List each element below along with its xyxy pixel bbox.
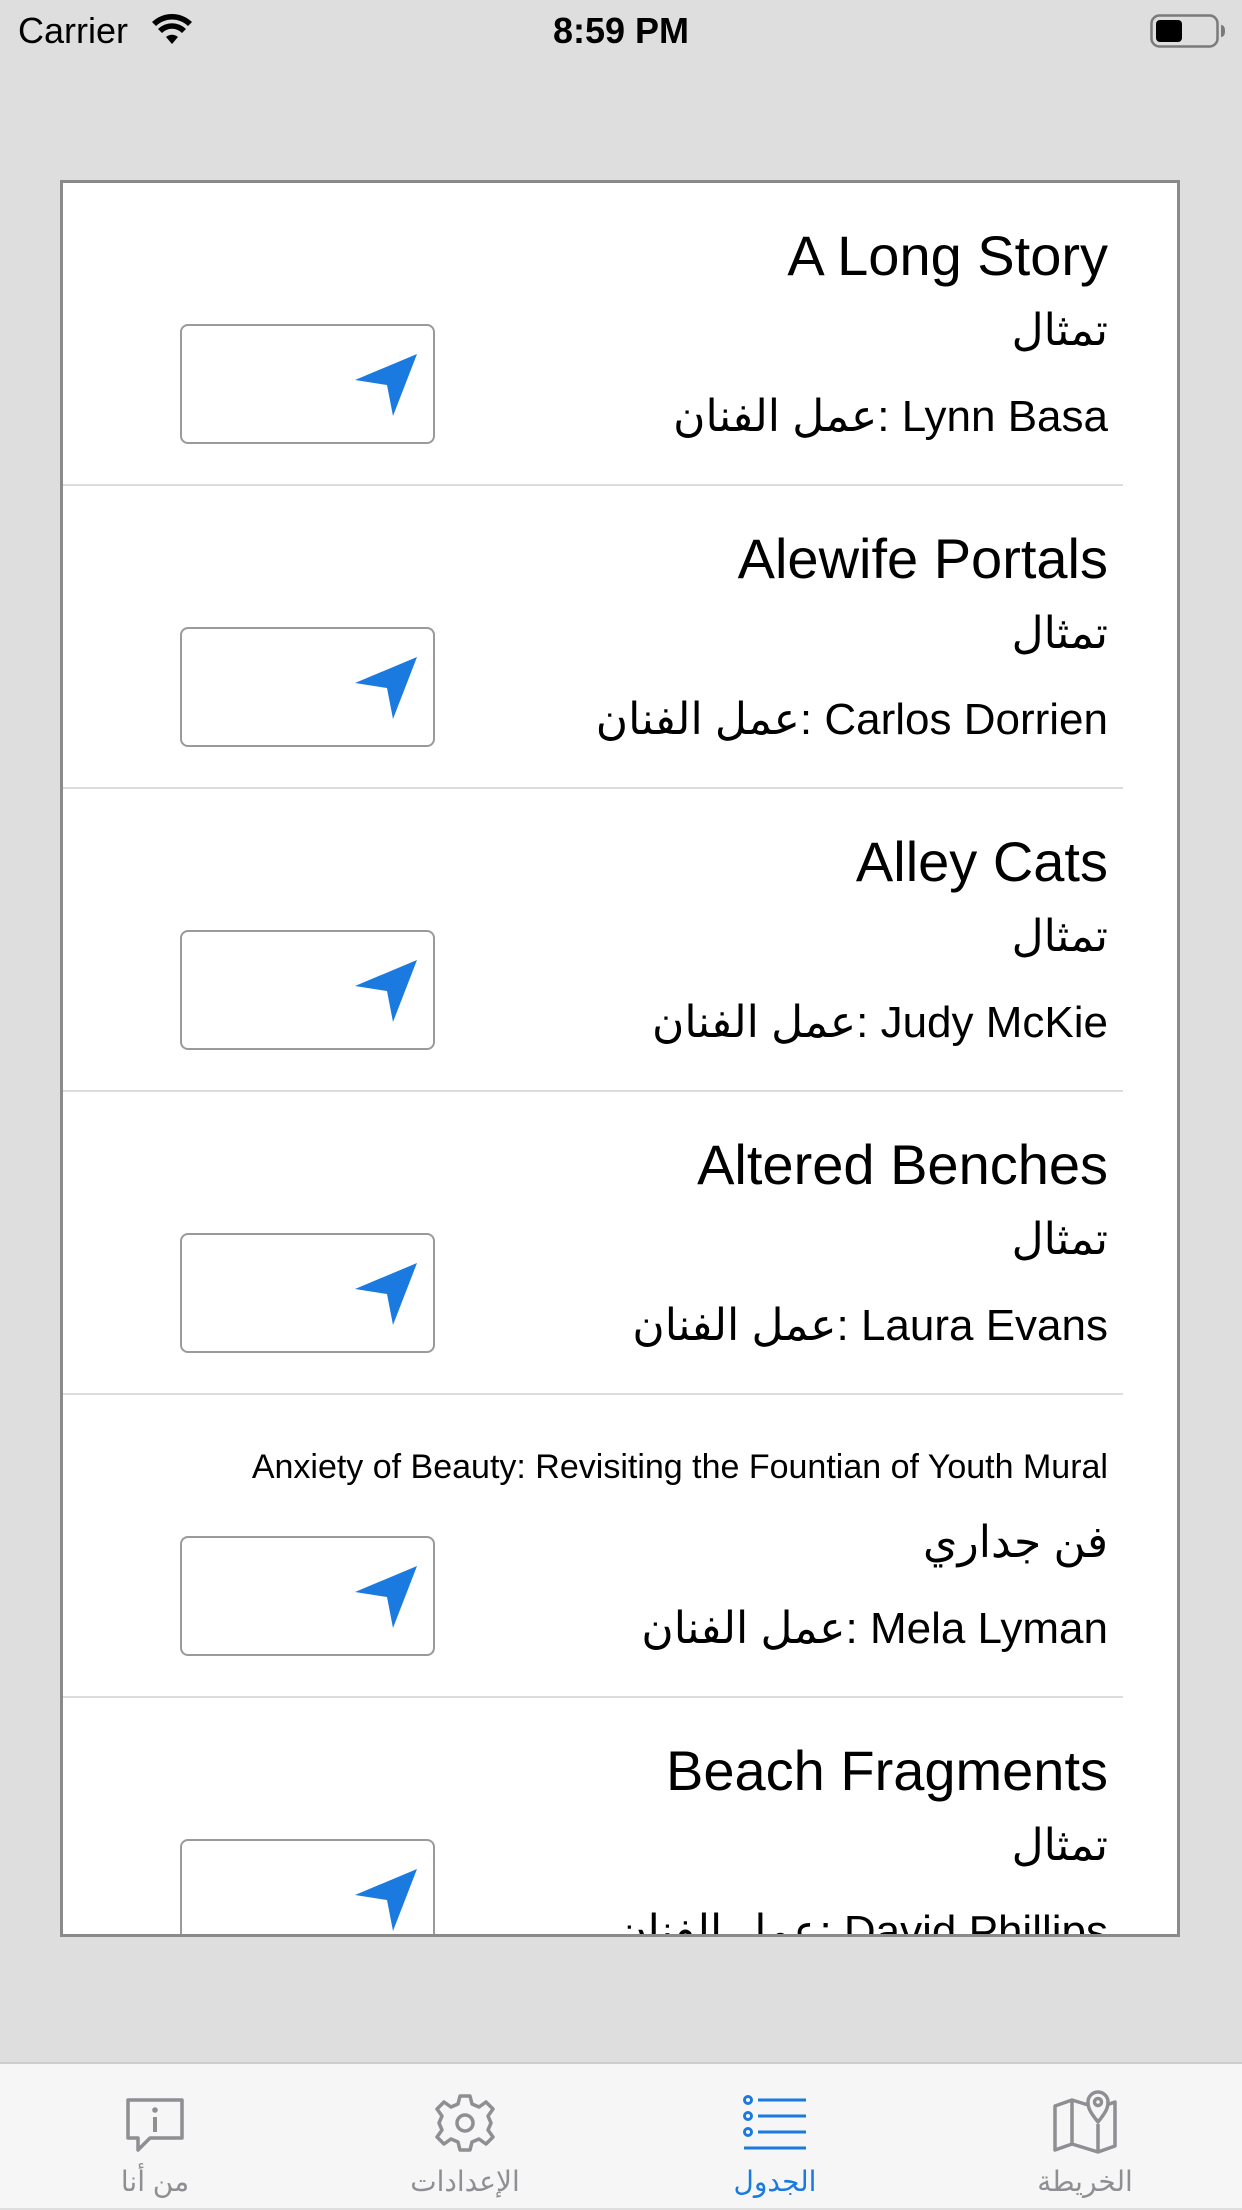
navigate-button[interactable] [180, 1233, 435, 1353]
artwork-artist: عمل الفنان: Judy McKie [652, 998, 1108, 1047]
tab-label: الإعدادات [410, 2166, 520, 2197]
artwork-title: Alewife Portals [737, 527, 1108, 590]
artwork-title: Alley Cats [855, 830, 1108, 893]
artwork-title: Anxiety of Beauty: Revisiting the Founti… [251, 1448, 1108, 1486]
clock: 8:59 PM [552, 10, 690, 51]
location-arrow-icon [355, 1869, 417, 1931]
artwork-type: تمثال [1011, 1215, 1108, 1264]
navigate-button[interactable] [180, 627, 435, 747]
location-arrow-icon [355, 1263, 417, 1325]
list-icon [743, 2095, 806, 2150]
location-arrow-icon [355, 354, 417, 416]
artwork-type: فن جداري [923, 1518, 1108, 1567]
artwork-table[interactable]: A Long Story تمثال عمل الفنان: Lynn Basa… [60, 180, 1180, 1937]
table-row[interactable]: Beach Fragments تمثال عمل الفنان: David … [63, 1698, 1123, 1937]
location-arrow-icon [355, 1566, 417, 1628]
info-bubble-icon [126, 2098, 184, 2152]
tab-map[interactable]: الخريطة [930, 2064, 1240, 2210]
artwork-type: تمثال [1011, 306, 1108, 355]
tab-label: الجدول [733, 2166, 817, 2197]
artwork-artist: عمل الفنان: Lynn Basa [673, 392, 1108, 441]
artwork-type: تمثال [1011, 1821, 1108, 1870]
navigate-button[interactable] [180, 324, 435, 444]
artwork-title: A Long Story [787, 224, 1108, 287]
artwork-type: تمثال [1011, 609, 1108, 658]
artwork-artist: عمل الفنان: Mela Lyman [641, 1604, 1108, 1653]
artwork-artist: عمل الفنان: Laura Evans [632, 1301, 1108, 1350]
tab-label: من أنا [120, 2166, 190, 2197]
tab-bar: من أنا الإعدادات الجدول الخريطة [0, 2062, 1242, 2208]
navigate-button[interactable] [180, 930, 435, 1050]
artwork-title: Beach Fragments [666, 1739, 1108, 1802]
location-arrow-icon [355, 960, 417, 1022]
map-icon [1053, 2090, 1117, 2154]
artwork-type: تمثال [1011, 912, 1108, 961]
battery-icon [1150, 14, 1225, 48]
gear-icon [435, 2094, 495, 2152]
status-bar: Carrier 8:59 PM [0, 0, 1242, 62]
table-row[interactable]: Alewife Portals تمثال عمل الفنان: Carlos… [63, 486, 1123, 789]
table-row[interactable]: Altered Benches تمثال عمل الفنان: Laura … [63, 1092, 1123, 1395]
tab-settings[interactable]: الإعدادات [310, 2064, 620, 2210]
tab-list[interactable]: الجدول [620, 2064, 930, 2210]
table-row[interactable]: Anxiety of Beauty: Revisiting the Founti… [63, 1395, 1123, 1698]
table-row[interactable]: A Long Story تمثال عمل الفنان: Lynn Basa [63, 183, 1123, 486]
tab-about[interactable]: من أنا [0, 2064, 310, 2210]
artwork-title: Altered Benches [697, 1133, 1108, 1196]
location-arrow-icon [355, 657, 417, 719]
table-row[interactable]: Alley Cats تمثال عمل الفنان: Judy McKie [63, 789, 1123, 1092]
tab-label: الخريطة [1037, 2166, 1133, 2197]
navigate-button[interactable] [180, 1536, 435, 1656]
artwork-artist: عمل الفنان: David Phillips [615, 1907, 1108, 1937]
artwork-artist: عمل الفنان: Carlos Dorrien [595, 695, 1108, 744]
navigate-button[interactable] [180, 1839, 435, 1934]
